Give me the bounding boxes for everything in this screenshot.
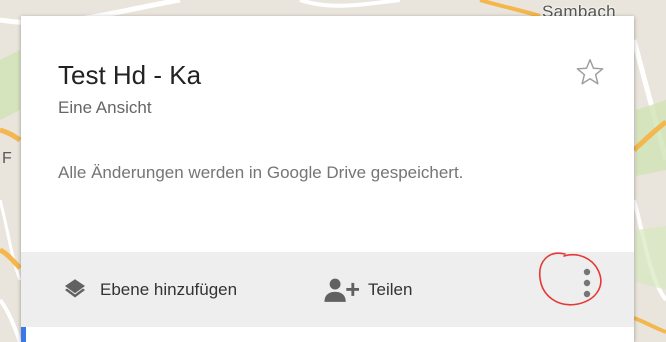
layer-accent-bar (21, 327, 26, 342)
map-description[interactable]: Eine Ansicht (58, 98, 152, 118)
add-layer-label: Ebene hinzufügen (100, 279, 238, 299)
share-button[interactable]: Teilen (323, 252, 412, 327)
add-layer-button[interactable]: Ebene hinzufügen (62, 252, 237, 327)
map-edge-label: F (2, 150, 12, 167)
person-add-icon (323, 277, 359, 303)
save-status-text: Alle Änderungen werden in Google Drive g… (58, 163, 464, 182)
more-options-button[interactable] (520, 248, 606, 310)
layers-icon (62, 278, 88, 302)
more-vertical-icon (539, 252, 602, 306)
star-icon[interactable] (574, 56, 606, 88)
share-label: Teilen (368, 279, 413, 299)
map-title[interactable]: Test Hd - Ka (58, 60, 201, 91)
